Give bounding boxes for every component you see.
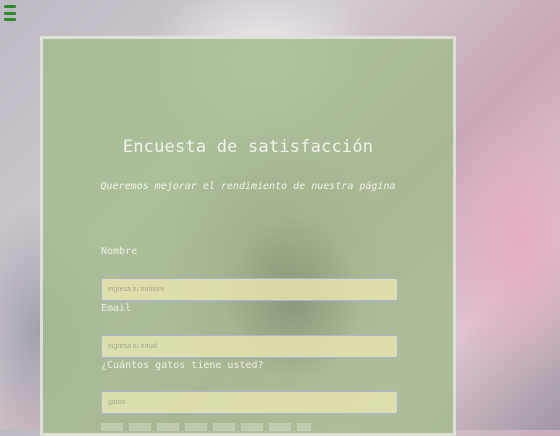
name-input[interactable] xyxy=(101,278,398,301)
menu-bar xyxy=(4,18,16,21)
survey-form: Encuesta de satisfacción Queremos mejora… xyxy=(40,36,456,436)
hamburger-menu-icon[interactable] xyxy=(4,5,16,21)
cats-label: ¿Cuántos gatos tiene usted? xyxy=(101,360,264,371)
email-label: Email xyxy=(101,303,132,314)
survey-subtitle: Queremos mejorar el rendimiento de nuest… xyxy=(100,181,396,192)
name-label: Nombre xyxy=(101,246,138,257)
menu-bar xyxy=(4,5,16,8)
menu-bar xyxy=(4,11,16,15)
survey-title: Encuesta de satisfacción xyxy=(122,137,374,157)
email-input[interactable] xyxy=(101,335,398,358)
cats-input[interactable] xyxy=(101,391,398,414)
